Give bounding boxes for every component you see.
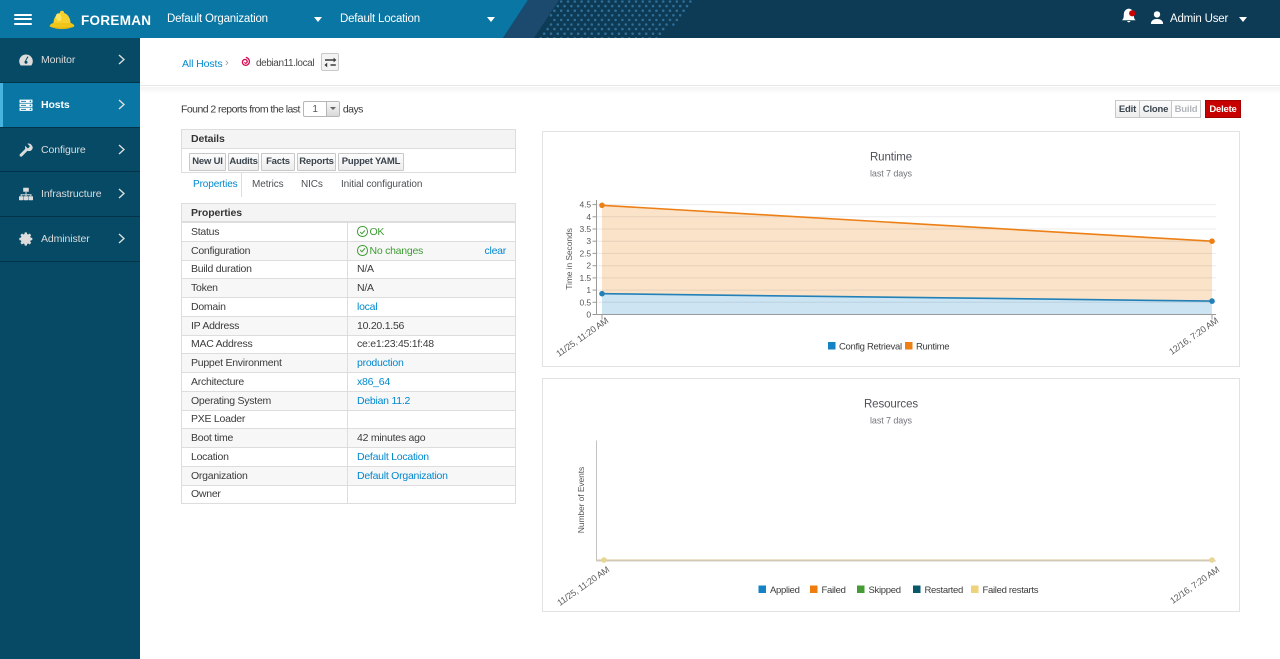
svg-text:Number of Events: Number of Events <box>576 467 586 533</box>
svg-text:11/25, 11:20 AM: 11/25, 11:20 AM <box>554 315 610 358</box>
svg-text:Skipped: Skipped <box>869 585 901 596</box>
svg-text:0: 0 <box>586 309 591 319</box>
svg-text:4.5: 4.5 <box>579 199 591 209</box>
svg-text:Resources: Resources <box>864 399 918 411</box>
svg-text:11/25, 11:20 AM: 11/25, 11:20 AM <box>555 564 611 607</box>
svg-text:Restarted: Restarted <box>925 585 964 596</box>
svg-text:3: 3 <box>586 236 591 246</box>
svg-text:Applied: Applied <box>770 585 800 596</box>
svg-text:3.5: 3.5 <box>579 224 591 234</box>
svg-text:Config Retrieval: Config Retrieval <box>839 341 902 352</box>
svg-text:12/16, 7:20 AM: 12/16, 7:20 AM <box>1168 564 1221 605</box>
svg-text:0.5: 0.5 <box>579 297 591 307</box>
svg-text:last 7 days: last 7 days <box>870 416 913 426</box>
svg-text:Failed: Failed <box>822 585 846 596</box>
svg-text:12/16, 7:20 AM: 12/16, 7:20 AM <box>1167 315 1220 356</box>
svg-text:Runtime: Runtime <box>916 341 949 352</box>
svg-text:1: 1 <box>586 285 591 295</box>
svg-text:Runtime: Runtime <box>870 151 912 163</box>
svg-text:last 7 days: last 7 days <box>870 168 913 178</box>
svg-text:4: 4 <box>586 211 591 221</box>
svg-text:2: 2 <box>586 260 591 270</box>
svg-text:Time in Seconds: Time in Seconds <box>564 228 574 290</box>
svg-text:2.5: 2.5 <box>579 248 591 258</box>
svg-text:Failed restarts: Failed restarts <box>983 585 1039 596</box>
svg-text:1.5: 1.5 <box>579 272 591 282</box>
